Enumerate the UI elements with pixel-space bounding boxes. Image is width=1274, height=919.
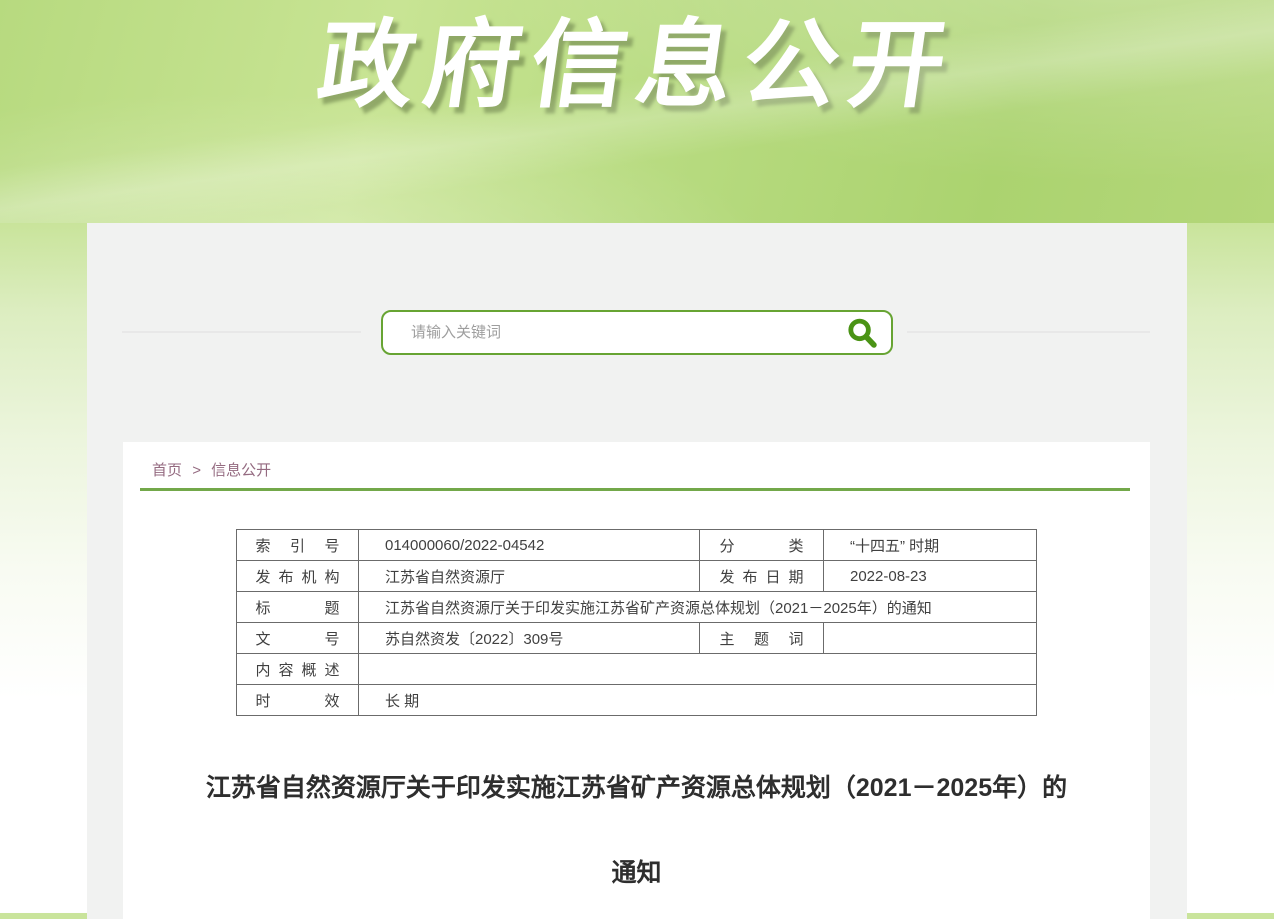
table-row: 文号 苏自然资发〔2022〕309号 主题词 xyxy=(237,623,1037,654)
table-row: 内容概述 xyxy=(237,654,1037,685)
breadcrumb-current-link[interactable]: 信息公开 xyxy=(211,462,271,479)
divider-line-left xyxy=(122,331,361,333)
article-title-line1: 江苏省自然资源厅关于印发实施江苏省矿产资源总体规划（2021－2025年）的 xyxy=(123,772,1150,804)
document-meta-table: 索引号 014000060/2022-04542 分类 “十四五” 时期 发布机… xyxy=(236,529,1037,716)
meta-label-cell: 内容概述 xyxy=(237,654,359,685)
breadcrumb-separator: > xyxy=(192,462,201,479)
meta-label-cell: 文号 xyxy=(237,623,359,654)
search-section xyxy=(87,223,1187,442)
meta-value-cell: 2022-08-23 xyxy=(824,561,1037,592)
table-row: 索引号 014000060/2022-04542 分类 “十四五” 时期 xyxy=(237,530,1037,561)
green-divider xyxy=(140,488,1130,491)
meta-value-cell xyxy=(824,623,1037,654)
meta-label-cell: 时效 xyxy=(237,685,359,716)
content-box: 首页 > 信息公开 索引号 014000060/2022-04542 分类 “十… xyxy=(123,442,1150,919)
meta-label-cell: 标题 xyxy=(237,592,359,623)
search-icon xyxy=(845,316,879,350)
meta-label-cell: 索引号 xyxy=(237,530,359,561)
meta-value-cell: 苏自然资发〔2022〕309号 xyxy=(359,623,700,654)
search-button[interactable] xyxy=(845,316,891,350)
article-title: 江苏省自然资源厅关于印发实施江苏省矿产资源总体规划（2021－2025年）的 通… xyxy=(123,772,1150,889)
meta-value-cell: 014000060/2022-04542 xyxy=(359,530,700,561)
meta-value-cell: 长 期 xyxy=(359,685,1037,716)
main-panel: 首页 > 信息公开 索引号 014000060/2022-04542 分类 “十… xyxy=(87,223,1187,919)
meta-value-cell: 江苏省自然资源厅关于印发实施江苏省矿产资源总体规划（2021－2025年）的通知 xyxy=(359,592,1037,623)
meta-label-cell: 发布机构 xyxy=(237,561,359,592)
page-title: 政府信息公开 xyxy=(312,14,963,118)
meta-label-cell: 分类 xyxy=(700,530,824,561)
meta-value-cell: 江苏省自然资源厅 xyxy=(359,561,700,592)
table-row: 标题 江苏省自然资源厅关于印发实施江苏省矿产资源总体规划（2021－2025年）… xyxy=(237,592,1037,623)
header-banner: 政府信息公开 xyxy=(0,0,1274,223)
meta-label-cell: 主题词 xyxy=(700,623,824,654)
breadcrumb: 首页 > 信息公开 xyxy=(123,442,1150,479)
meta-value-cell: “十四五” 时期 xyxy=(824,530,1037,561)
breadcrumb-home-link[interactable]: 首页 xyxy=(152,462,182,479)
search-box xyxy=(381,310,893,355)
table-row: 时效 长 期 xyxy=(237,685,1037,716)
divider-line-right xyxy=(907,331,1150,333)
search-input[interactable] xyxy=(383,324,845,341)
article-title-line2: 通知 xyxy=(123,857,1150,889)
meta-label-cell: 发布日期 xyxy=(700,561,824,592)
table-row: 发布机构 江苏省自然资源厅 发布日期 2022-08-23 xyxy=(237,561,1037,592)
meta-value-cell xyxy=(359,654,1037,685)
